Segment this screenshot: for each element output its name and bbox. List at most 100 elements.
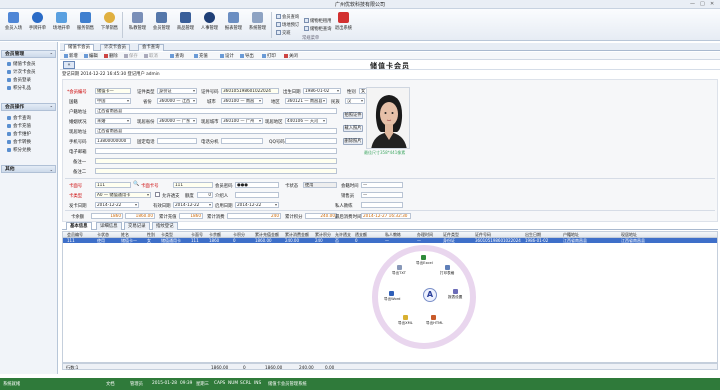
capture-photo-button[interactable]: 拍照证件 [343,112,363,119]
design-button[interactable]: 设计 [220,53,234,59]
cur-prov-select[interactable]: 360000 — 广东 [157,118,197,124]
cancel-button[interactable]: 取消 [144,53,158,59]
venue-order-button[interactable]: 场地开单 [52,12,71,36]
sidebar-item-card-maintain[interactable]: 会卡维护 [7,131,31,137]
collapse-icon[interactable]: ⌃ [50,51,53,58]
birth-field[interactable]: 1986-01-02 [303,88,341,94]
qq-field[interactable] [285,138,337,144]
referrer-field[interactable] [235,192,279,198]
sidebar-item-card-convert[interactable]: 会卡转换 [7,139,31,145]
sidebar-item-points-exchange[interactable]: 积分兑换 [7,147,31,153]
mobile-field[interactable]: 13800000000 [95,138,131,144]
tab-transactions[interactable]: 交易记录 [124,222,150,230]
sidebar-section-other[interactable]: 其他 ⌄ [1,165,56,173]
sidebar-item-points-gift[interactable]: 积分礼品 [7,85,31,91]
id-no-field[interactable]: 360105198601022024 [221,88,279,94]
minimize-button[interactable]: — [690,1,695,7]
export-word-item[interactable]: 导出Word [384,291,400,302]
member-entry-button[interactable]: 会员入场 [4,12,23,36]
valid-date-field[interactable]: 2014-12-22 [173,202,213,208]
close-window-button[interactable]: ✕ [710,1,714,7]
sidebar-item-card-recharge[interactable]: 会卡充值 [7,123,31,129]
sidebar-item-stored-card[interactable]: 储值卡会员 [7,61,36,67]
save-button[interactable]: 保存 [124,53,138,59]
card-no2-field[interactable]: 111 [173,182,213,188]
sales-field[interactable]: — [361,192,403,198]
exit-system-button[interactable]: 退出系统 [334,12,353,36]
private-coach-field[interactable] [361,202,403,208]
hr-manage-button[interactable]: 人事管理 [200,12,219,36]
export-html-item[interactable]: 导出HTML [426,315,443,326]
back-button[interactable]: « [63,61,75,69]
phone-ext-field[interactable] [221,138,263,144]
prov-select[interactable]: 360000 — 江西 [157,98,197,104]
search-icon[interactable]: 🔍 [133,181,139,187]
ethnic-select[interactable]: 汉 [345,98,365,104]
report-manage-button[interactable]: 报表管理 [224,12,243,36]
sidebar-item-member-login[interactable]: 会员登录 [7,77,31,83]
member-query-button[interactable]: 会员查询 [276,14,299,20]
note2-field[interactable] [95,168,337,174]
nation-select[interactable]: 中国 [95,98,131,104]
member-no-field[interactable]: 储值卡— [95,88,131,94]
hand-card-order-button[interactable]: 手牌开单 [28,12,47,36]
tab-fingerprint[interactable]: 指纹登记 [152,222,178,230]
first-time-field[interactable]: — [361,182,403,188]
export-excel-item[interactable]: 导出Excel [416,255,433,266]
edit-button[interactable]: 编辑 [84,53,98,59]
order-sale-button[interactable]: 下单销售 [100,12,119,36]
load-photo-button[interactable]: 载入照片 [343,125,363,132]
service-sale-button[interactable]: 服务销售 [76,12,95,36]
member-manage-button[interactable]: 会员管理 [152,12,171,36]
venue-reserve-button[interactable]: 场地预订 [276,22,299,28]
debt-value-field[interactable]: 0 [197,192,213,198]
close-button[interactable]: 关闭 [284,53,298,59]
system-manage-button[interactable]: 系统管理 [248,12,267,36]
marital-select[interactable]: 未婚 [95,118,131,124]
fixed-phone-field[interactable] [157,138,197,144]
sidebar-item-count-card[interactable]: 计次卡会员 [7,69,36,75]
cur-district-select[interactable]: 440106 — 天河 [285,118,327,124]
activate-date-field[interactable]: 2014-12-22 [235,202,279,208]
print-table-item[interactable]: 打印表格 [440,265,454,276]
shift-button[interactable]: 交班 [276,30,291,36]
card-type-select[interactable]: A0 — 储值通用卡 [95,192,151,198]
tab-basic-info[interactable]: 基本信息 [66,222,92,230]
tab-detail-info[interactable]: 详细信息 [96,222,122,230]
allow-debt-checkbox[interactable] [155,192,160,197]
sidebar-section-operations[interactable]: 会员操作 ⌃ [1,103,56,111]
locker-rent-button[interactable]: 储物柜租用 [304,18,331,24]
print-button[interactable]: 打印 [262,53,276,59]
recharge-button[interactable]: 充值 [194,53,208,59]
email-field[interactable] [95,148,337,154]
tab-count-card[interactable]: 计次卡会员 [100,44,130,51]
id-type-select[interactable]: 身份证 [157,88,197,94]
tab-card-query[interactable]: 会卡查询 [138,44,164,51]
cur-addr-field[interactable]: 江西省南昌县 [95,128,337,134]
delete-photo-button[interactable]: 删除照片 [343,138,363,145]
collapse-icon[interactable]: ⌃ [50,104,53,111]
radial-center-icon[interactable]: A [423,288,437,302]
card-no-field[interactable]: 111 [95,182,131,188]
new-button[interactable]: 新增 [64,53,78,59]
query-button[interactable]: 查询 [170,53,184,59]
export-xml-item[interactable]: 导出XML [398,315,413,326]
reg-addr-field[interactable]: 江西省南昌县 [95,108,337,114]
report-settings-item[interactable]: 报表设置 [448,289,462,300]
sidebar-item-card-query[interactable]: 会卡查询 [7,115,31,121]
note1-field[interactable] [95,158,337,164]
cur-city-select[interactable]: 360100 — 广州 [221,118,263,124]
district-select[interactable]: 360121 — 南昌县 [285,98,327,104]
tab-stored-card[interactable]: 储值卡会员 [64,44,94,51]
maximize-button[interactable]: □ [700,1,705,7]
export-button[interactable]: 导出 [240,53,254,59]
private-coach-button[interactable]: 私教管理 [128,12,147,36]
password-field[interactable]: ●●● [235,182,279,188]
delete-button[interactable]: 删除 [104,53,118,59]
export-txt-item[interactable]: 导出TXT [392,265,406,276]
issue-date-field[interactable]: 2014-12-22 [95,202,139,208]
sidebar-section-member[interactable]: 会员管理 ⌃ [1,50,56,58]
table-row[interactable]: 111 使用 储值卡— 女 储值通用卡 111 1860 0 1860.00 2… [63,238,717,243]
city-select[interactable]: 360100 — 南昌 [221,98,263,104]
goods-manage-button[interactable]: 商品管理 [176,12,195,36]
